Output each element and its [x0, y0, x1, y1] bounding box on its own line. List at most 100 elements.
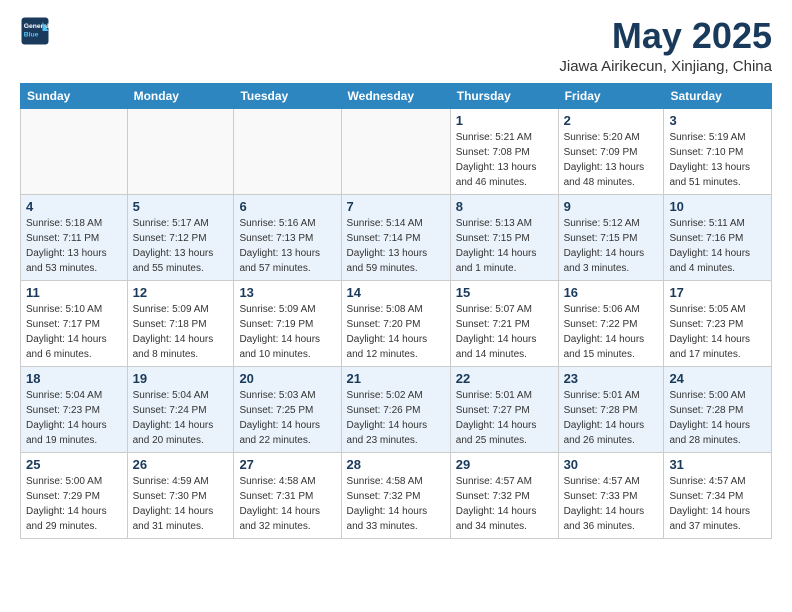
table-row: 15Sunrise: 5:07 AM Sunset: 7:21 PM Dayli… — [450, 280, 558, 366]
table-row: 26 Sunrise: 4:59 AM Sunset: 7:30 PM Dayli… — [127, 452, 234, 538]
table-row — [341, 108, 450, 194]
table-row: 12 Sunrise: 5:09 AM Sunset: 7:18 PM Dayli… — [127, 280, 234, 366]
col-thursday: Thursday — [450, 83, 558, 108]
day-info: Sunrise: 5:14 AM Sunset: 7:14 PM Dayligh… — [347, 216, 445, 276]
day-number: 19 — [133, 371, 229, 386]
col-saturday: Saturday — [664, 83, 772, 108]
month-title: May 2025 — [559, 16, 772, 56]
day-number: 30 — [564, 457, 659, 472]
table-row: 2 Sunrise: 5:20 AM Sunset: 7:09 PM Daylig… — [558, 108, 664, 194]
table-row — [127, 108, 234, 194]
day-number: 13 — [239, 285, 335, 300]
location: Jiawa Airikecun, Xinjiang, China — [559, 58, 772, 75]
day-number: 17 — [669, 285, 766, 300]
logo-icon: General Blue — [20, 16, 50, 46]
day-info: Sunrise: 5:10 AM Sunset: 7:17 PM Dayligh… — [26, 302, 122, 362]
table-row: 9Sunrise: 5:12 AM Sunset: 7:15 PM Daylig… — [558, 194, 664, 280]
day-number: 20 — [239, 371, 335, 386]
day-number: 31 — [669, 457, 766, 472]
day-number: 8 — [456, 199, 553, 214]
day-info: Sunrise: 5:19 AM Sunset: 7:10 PM Dayligh… — [669, 130, 766, 190]
day-info: Sunrise: 5:20 AM Sunset: 7:09 PM Dayligh… — [564, 130, 659, 190]
table-row: 27Sunrise: 4:58 AM Sunset: 7:31 PM Dayli… — [234, 452, 341, 538]
day-number: 1 — [456, 113, 553, 128]
table-row: 24Sunrise: 5:00 AM Sunset: 7:28 PM Dayli… — [664, 366, 772, 452]
day-info: Sunrise: 5:01 AM Sunset: 7:28 PM Dayligh… — [564, 388, 659, 448]
table-row: 6Sunrise: 5:16 AM Sunset: 7:13 PM Daylig… — [234, 194, 341, 280]
calendar-week-row: 4Sunrise: 5:18 AM Sunset: 7:11 PM Daylig… — [21, 194, 772, 280]
day-number: 22 — [456, 371, 553, 386]
day-number: 7 — [347, 199, 445, 214]
day-number: 18 — [26, 371, 122, 386]
table-row: 3 Sunrise: 5:19 AM Sunset: 7:10 PM Daylig… — [664, 108, 772, 194]
table-row: 7 Sunrise: 5:14 AM Sunset: 7:14 PM Daylig… — [341, 194, 450, 280]
table-row: 18 Sunrise: 5:04 AM Sunset: 7:23 PM Dayli… — [21, 366, 128, 452]
day-info: Sunrise: 5:02 AM Sunset: 7:26 PM Dayligh… — [347, 388, 445, 448]
day-info: Sunrise: 4:59 AM Sunset: 7:30 PM Dayligh… — [133, 474, 229, 534]
day-info: Sunrise: 5:03 AM Sunset: 7:25 PM Dayligh… — [239, 388, 335, 448]
day-number: 15 — [456, 285, 553, 300]
table-row: 14Sunrise: 5:08 AM Sunset: 7:20 PM Dayli… — [341, 280, 450, 366]
col-wednesday: Wednesday — [341, 83, 450, 108]
col-sunday: Sunday — [21, 83, 128, 108]
day-number: 26 — [133, 457, 229, 472]
day-number: 12 — [133, 285, 229, 300]
header: General Blue May 2025 Jiawa Airikecun, X… — [20, 16, 772, 75]
calendar-week-row: 25 Sunrise: 5:00 AM Sunset: 7:29 PM Dayli… — [21, 452, 772, 538]
table-row: 4Sunrise: 5:18 AM Sunset: 7:11 PM Daylig… — [21, 194, 128, 280]
table-row: 16 Sunrise: 5:06 AM Sunset: 7:22 PM Dayli… — [558, 280, 664, 366]
day-number: 16 — [564, 285, 659, 300]
calendar-week-row: 11 Sunrise: 5:10 AM Sunset: 7:17 PM Dayli… — [21, 280, 772, 366]
day-number: 4 — [26, 199, 122, 214]
day-number: 25 — [26, 457, 122, 472]
main-container: General Blue May 2025 Jiawa Airikecun, X… — [0, 0, 792, 549]
day-info: Sunrise: 5:00 AM Sunset: 7:29 PM Dayligh… — [26, 474, 122, 534]
table-row: 11 Sunrise: 5:10 AM Sunset: 7:17 PM Dayli… — [21, 280, 128, 366]
col-friday: Friday — [558, 83, 664, 108]
day-info: Sunrise: 5:11 AM Sunset: 7:16 PM Dayligh… — [669, 216, 766, 276]
table-row — [21, 108, 128, 194]
calendar-table: Sunday Monday Tuesday Wednesday Thursday… — [20, 83, 772, 539]
day-info: Sunrise: 5:21 AM Sunset: 7:08 PM Dayligh… — [456, 130, 553, 190]
day-number: 2 — [564, 113, 659, 128]
col-tuesday: Tuesday — [234, 83, 341, 108]
day-info: Sunrise: 5:09 AM Sunset: 7:19 PM Dayligh… — [239, 302, 335, 362]
day-info: Sunrise: 5:09 AM Sunset: 7:18 PM Dayligh… — [133, 302, 229, 362]
day-info: Sunrise: 4:57 AM Sunset: 7:32 PM Dayligh… — [456, 474, 553, 534]
table-row: 10Sunrise: 5:11 AM Sunset: 7:16 PM Dayli… — [664, 194, 772, 280]
day-number: 3 — [669, 113, 766, 128]
day-info: Sunrise: 4:58 AM Sunset: 7:31 PM Dayligh… — [239, 474, 335, 534]
table-row: 17Sunrise: 5:05 AM Sunset: 7:23 PM Dayli… — [664, 280, 772, 366]
table-row: 13 Sunrise: 5:09 AM Sunset: 7:19 PM Dayli… — [234, 280, 341, 366]
table-row: 29 Sunrise: 4:57 AM Sunset: 7:32 PM Dayli… — [450, 452, 558, 538]
title-block: May 2025 Jiawa Airikecun, Xinjiang, Chin… — [559, 16, 772, 75]
day-info: Sunrise: 4:57 AM Sunset: 7:34 PM Dayligh… — [669, 474, 766, 534]
table-row: 28Sunrise: 4:58 AM Sunset: 7:32 PM Dayli… — [341, 452, 450, 538]
day-info: Sunrise: 5:13 AM Sunset: 7:15 PM Dayligh… — [456, 216, 553, 276]
day-info: Sunrise: 5:04 AM Sunset: 7:23 PM Dayligh… — [26, 388, 122, 448]
day-number: 29 — [456, 457, 553, 472]
day-number: 14 — [347, 285, 445, 300]
day-info: Sunrise: 4:57 AM Sunset: 7:33 PM Dayligh… — [564, 474, 659, 534]
day-number: 28 — [347, 457, 445, 472]
table-row: 30 Sunrise: 4:57 AM Sunset: 7:33 PM Dayli… — [558, 452, 664, 538]
day-number: 11 — [26, 285, 122, 300]
logo: General Blue — [20, 16, 50, 46]
table-row: 1 Sunrise: 5:21 AM Sunset: 7:08 PM Daylig… — [450, 108, 558, 194]
day-number: 6 — [239, 199, 335, 214]
table-row: 22 Sunrise: 5:01 AM Sunset: 7:27 PM Dayli… — [450, 366, 558, 452]
table-row: 31 Sunrise: 4:57 AM Sunset: 7:34 PM Dayli… — [664, 452, 772, 538]
table-row: 21 Sunrise: 5:02 AM Sunset: 7:26 PM Dayli… — [341, 366, 450, 452]
table-row: 23 Sunrise: 5:01 AM Sunset: 7:28 PM Dayli… — [558, 366, 664, 452]
col-monday: Monday — [127, 83, 234, 108]
table-row: 8 Sunrise: 5:13 AM Sunset: 7:15 PM Daylig… — [450, 194, 558, 280]
day-info: Sunrise: 5:04 AM Sunset: 7:24 PM Dayligh… — [133, 388, 229, 448]
day-number: 21 — [347, 371, 445, 386]
day-number: 9 — [564, 199, 659, 214]
day-info: Sunrise: 5:06 AM Sunset: 7:22 PM Dayligh… — [564, 302, 659, 362]
day-info: Sunrise: 5:01 AM Sunset: 7:27 PM Dayligh… — [456, 388, 553, 448]
day-number: 23 — [564, 371, 659, 386]
table-row: 19 Sunrise: 5:04 AM Sunset: 7:24 PM Dayli… — [127, 366, 234, 452]
table-row: 5Sunrise: 5:17 AM Sunset: 7:12 PM Daylig… — [127, 194, 234, 280]
calendar-header-row: Sunday Monday Tuesday Wednesday Thursday… — [21, 83, 772, 108]
